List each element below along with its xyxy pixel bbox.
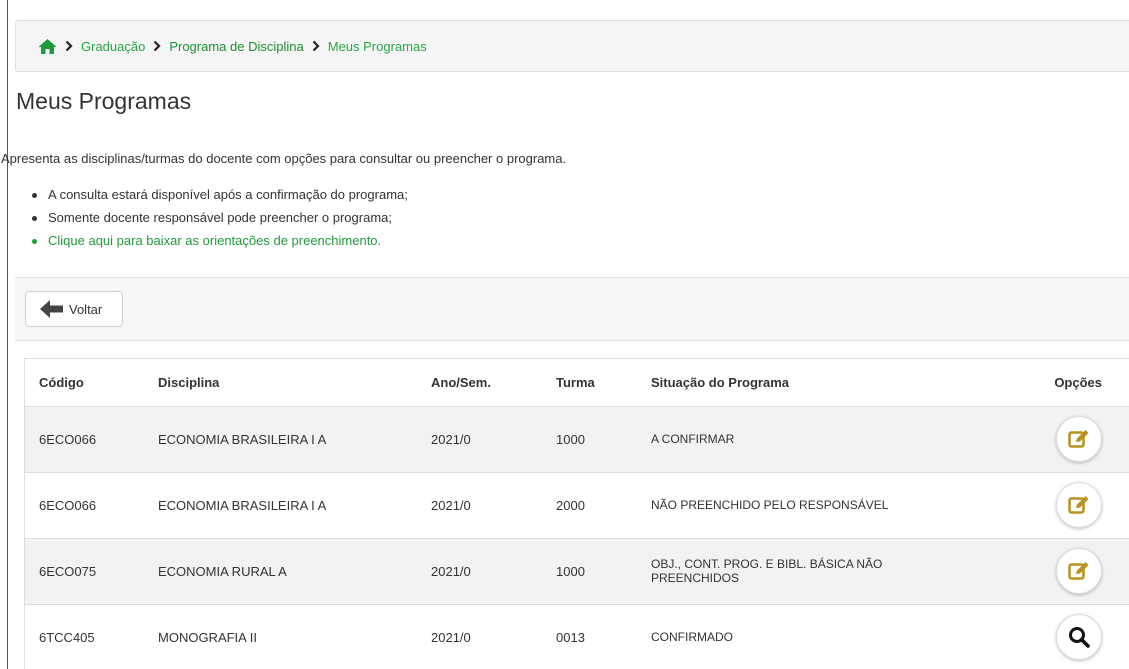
cell-codigo: 6ECO066 xyxy=(39,497,97,513)
cell-opcoes xyxy=(937,472,1129,538)
cell-ano-sem: 2021/0 xyxy=(431,431,471,447)
chevron-right-icon xyxy=(65,40,73,52)
breadcrumb: Graduação Programa de Disciplina Meus Pr… xyxy=(15,20,1129,72)
edit-program-button[interactable] xyxy=(1056,548,1102,594)
search-icon xyxy=(1069,627,1090,648)
table-row: 6ECO066 ECONOMIA BRASILEIRA I A 2021/0 1… xyxy=(25,406,1129,472)
download-guidelines-link[interactable]: Clique aqui para baixar as orientações d… xyxy=(30,232,408,255)
cell-disciplina: ECONOMIA BRASILEIRA I A xyxy=(158,431,327,447)
cell-turma: 1000 xyxy=(556,563,585,579)
home-icon[interactable] xyxy=(38,38,57,55)
cell-codigo: 6ECO075 xyxy=(39,563,97,579)
table-row: 6ECO075 ECONOMIA RURAL A 2021/0 1000 OBJ… xyxy=(25,538,1129,604)
cell-ano-sem: 2021/0 xyxy=(431,497,471,513)
cell-opcoes xyxy=(937,538,1129,604)
breadcrumb-item-programa-de-disciplina[interactable]: Programa de Disciplina xyxy=(169,39,303,54)
table-row: 6TCC405 MONOGRAFIA II 2021/0 0013 CONFIR… xyxy=(25,604,1129,669)
toolbar: Voltar xyxy=(15,277,1129,341)
arrow-left-icon xyxy=(40,300,63,318)
column-header-opcoes: Opções xyxy=(937,359,1129,407)
page-title: Meus Programas xyxy=(16,88,192,114)
column-header-disciplina: Disciplina xyxy=(144,359,417,407)
page-description: Apresenta as disciplinas/turmas do docen… xyxy=(1,151,567,166)
chevron-right-icon xyxy=(312,40,320,52)
cell-situacao: NÃO PREENCHIDO PELO RESPONSÁVEL xyxy=(651,498,889,512)
chevron-right-icon xyxy=(153,40,161,52)
table-row: 6ECO066 ECONOMIA BRASILEIRA I A 2021/0 2… xyxy=(25,472,1129,538)
cell-disciplina: ECONOMIA RURAL A xyxy=(158,563,287,579)
cell-ano-sem: 2021/0 xyxy=(431,563,471,579)
cell-situacao: OBJ., CONT. PROG. E BIBL. BÁSICA NÃO PRE… xyxy=(651,557,883,585)
cell-situacao: A CONFIRMAR xyxy=(651,432,735,446)
cell-disciplina: ECONOMIA BRASILEIRA I A xyxy=(158,497,327,513)
cell-turma: 2000 xyxy=(556,497,585,513)
cell-opcoes xyxy=(937,604,1129,669)
column-header-ano-sem: Ano/Sem. xyxy=(417,359,542,407)
programs-table: Código Disciplina Ano/Sem. Turma Situaçã… xyxy=(24,358,1129,669)
edit-program-button[interactable] xyxy=(1056,482,1102,528)
cell-turma: 1000 xyxy=(556,431,585,447)
cell-opcoes xyxy=(937,406,1129,472)
cell-codigo: 6TCC405 xyxy=(39,629,95,645)
info-item-responsavel: Somente docente responsável pode preench… xyxy=(30,209,408,232)
breadcrumb-item-graduacao[interactable]: Graduação xyxy=(81,39,145,54)
cell-ano-sem: 2021/0 xyxy=(431,629,471,645)
edit-icon xyxy=(1068,562,1089,580)
edit-program-button[interactable] xyxy=(1056,416,1102,462)
cell-turma: 0013 xyxy=(556,629,585,645)
cell-codigo: 6ECO066 xyxy=(39,431,97,447)
column-header-codigo: Código xyxy=(25,359,144,407)
edit-icon xyxy=(1068,496,1089,514)
edit-icon xyxy=(1068,430,1089,448)
column-header-turma: Turma xyxy=(542,359,637,407)
cell-disciplina: MONOGRAFIA II xyxy=(158,629,257,645)
info-list: A consulta estará disponível após a conf… xyxy=(30,186,408,255)
info-item-consulta: A consulta estará disponível após a conf… xyxy=(30,186,408,209)
view-program-button[interactable] xyxy=(1056,614,1102,660)
column-header-situacao: Situação do Programa xyxy=(637,359,937,407)
breadcrumb-item-meus-programas: Meus Programas xyxy=(327,38,427,54)
cell-situacao: CONFIRMADO xyxy=(651,630,733,644)
back-button[interactable]: Voltar xyxy=(25,291,123,327)
back-button-label: Voltar xyxy=(69,301,103,317)
page-left-border xyxy=(7,0,8,669)
table-header-row: Código Disciplina Ano/Sem. Turma Situaçã… xyxy=(25,359,1129,407)
